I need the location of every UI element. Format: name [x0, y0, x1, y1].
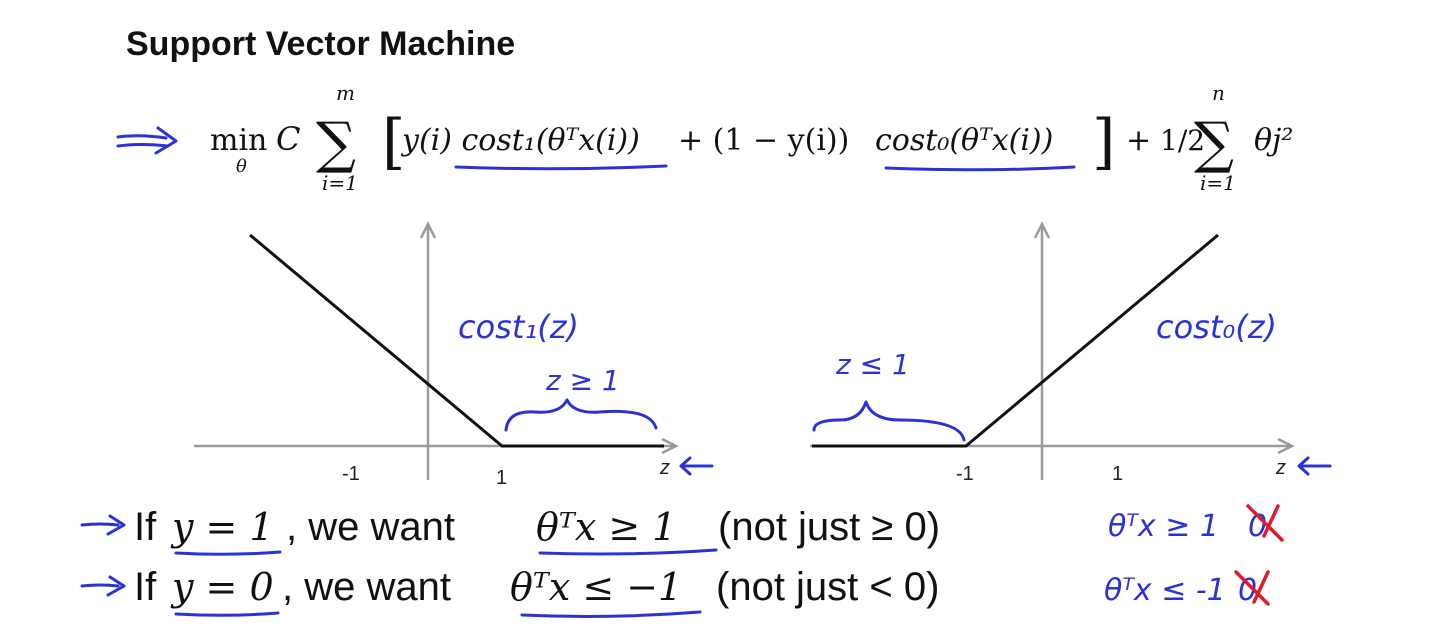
- condition-line-1: If y = 1 , we want θᵀx ≥ 1 (not just ≥ 0…: [80, 504, 1284, 556]
- cost0-axis-var: z: [1275, 457, 1286, 479]
- formula-sigma2: ∑: [1194, 111, 1234, 176]
- line1-arrow-icon: [80, 514, 126, 536]
- line2-prefix: If: [134, 565, 157, 609]
- line2-want: θᵀx ≤ −1: [510, 565, 682, 609]
- cost0-axis-var-arrow-icon: [1297, 456, 1332, 476]
- cost1-plot: -1 1 z cost₁(z) z ≥ 1: [194, 221, 714, 489]
- formula-term2: cost₀(θᵀx(i)): [875, 123, 1053, 158]
- formula-sigma: ∑: [316, 111, 356, 176]
- formula-plus-mid: + (1 − y(i)): [678, 123, 849, 158]
- formula-sum-top: m: [336, 81, 355, 105]
- cost1-axis-var: z: [659, 457, 670, 479]
- line1-want: θᵀx ≥ 1: [536, 505, 676, 549]
- cost0-label: cost₀(z): [1156, 308, 1277, 346]
- condition-line-2: If y = 0 , we want θᵀx ≤ −1 (not just < …: [80, 565, 1270, 618]
- line1-aside: (not just ≥ 0): [718, 505, 940, 549]
- line2-aside: (not just < 0): [716, 565, 939, 609]
- line1-note: θᵀx ≥ 1: [1108, 509, 1219, 544]
- cost1-axis-var-arrow-icon: [679, 456, 714, 476]
- slide-canvas: Support Vector Machine min θ C ∑ m i=1 […: [80, 25, 1332, 618]
- formula-rbracket: ]: [1092, 107, 1115, 177]
- cost1-range-note: z ≥ 1: [545, 364, 620, 397]
- formula-sum-bottom: i=1: [322, 171, 358, 195]
- formula-sum2-bottom: i=1: [1200, 171, 1236, 195]
- formula-arrow-icon: [116, 126, 178, 155]
- line2-condition-underline: [174, 611, 280, 617]
- formula-C: C: [276, 120, 300, 158]
- cost0-tick-pos: 1: [1112, 463, 1123, 485]
- cost1-label: cost₁(z): [458, 308, 579, 346]
- cost1-curve: [249, 233, 664, 448]
- line2-middle: , we want: [282, 565, 451, 609]
- svm-objective-formula: min θ C ∑ m i=1 [ y(i) cost₁(θᵀx(i)) + (…: [210, 81, 1293, 195]
- line2-condition: y = 0: [170, 565, 274, 609]
- line2-note: θᵀx ≤ -1: [1104, 573, 1226, 608]
- cost0-plot: -1 1 z cost₀(z) z ≤ 1: [810, 221, 1332, 485]
- formula-sum2-top: n: [1212, 81, 1225, 105]
- line2-want-underline: [520, 610, 702, 618]
- line1-want-underline: [538, 548, 718, 556]
- formula-theta-j: θj²: [1254, 123, 1293, 158]
- slide-title: Support Vector Machine: [126, 25, 515, 63]
- formula-min-sub: θ: [236, 156, 247, 177]
- cost1-tick-neg: -1: [342, 463, 360, 485]
- line1-condition: y = 1: [170, 505, 274, 549]
- underline-cost0: [884, 165, 1076, 172]
- cost0-tick-neg: -1: [956, 463, 974, 485]
- cost0-range-note: z ≤ 1: [835, 348, 910, 381]
- formula-term1: y(i) cost₁(θᵀx(i)): [400, 123, 640, 158]
- cost1-range-brace: [504, 398, 658, 432]
- formula-min: min: [210, 123, 267, 158]
- line1-middle: , we want: [286, 505, 455, 549]
- line1-prefix: If: [134, 505, 157, 549]
- cost1-tick-pos: 1: [496, 467, 507, 489]
- cost0-range-brace: [812, 400, 966, 442]
- underline-cost1: [454, 164, 668, 171]
- line2-arrow-icon: [80, 575, 126, 597]
- line1-condition-underline: [174, 550, 282, 556]
- formula-plus-half: +: [1126, 123, 1151, 158]
